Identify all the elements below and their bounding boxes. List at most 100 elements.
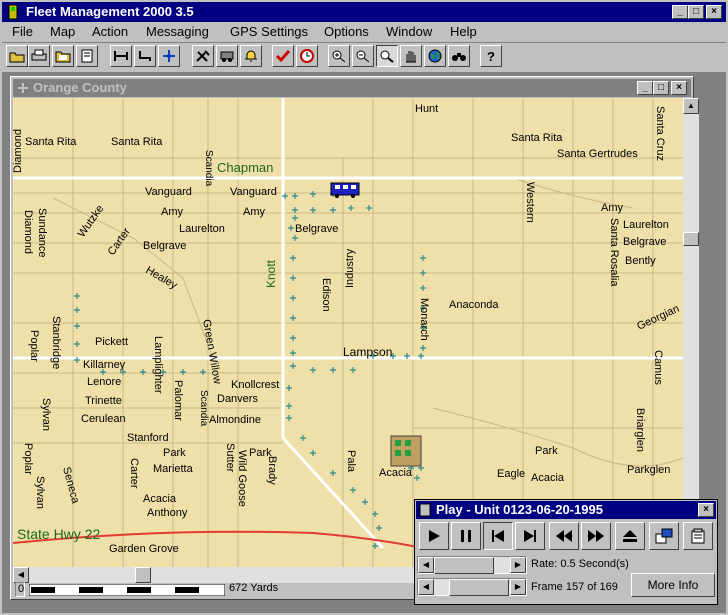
tools-icon[interactable] xyxy=(192,45,214,67)
folder-icon[interactable] xyxy=(52,45,74,67)
route2-icon[interactable] xyxy=(134,45,156,67)
menu-action[interactable]: Action xyxy=(92,24,128,39)
minor-roads xyxy=(13,98,683,567)
label-lamplighter: Lamplighter xyxy=(152,336,164,394)
map-close-button[interactable]: × xyxy=(671,81,687,95)
app-title-bar[interactable]: Fleet Management 2000 3.5 _ □ × xyxy=(2,2,726,22)
label-vanguard: Vanguard xyxy=(230,186,277,198)
map-maximize-button[interactable]: □ xyxy=(653,81,669,95)
play-window-title-bar[interactable]: Play - Unit 0123-06-20-1995 × xyxy=(416,501,716,519)
play-icon[interactable] xyxy=(419,522,449,550)
play-close-button[interactable]: × xyxy=(698,503,714,517)
print-icon[interactable] xyxy=(28,45,50,67)
label-scandia: Scandia xyxy=(198,390,209,427)
app-title: Fleet Management 2000 3.5 xyxy=(26,4,194,19)
go-to-end-icon[interactable] xyxy=(515,522,545,550)
label-danvers: Danvers xyxy=(217,393,258,405)
label-healey: Healey xyxy=(144,264,180,292)
check-icon[interactable] xyxy=(272,45,294,67)
menu-options[interactable]: Options xyxy=(324,24,369,39)
gps-point xyxy=(362,499,368,505)
gps-point xyxy=(350,367,356,373)
menu-messaging[interactable]: Messaging xyxy=(146,24,209,39)
menu-map[interactable]: Map xyxy=(50,24,75,39)
close-button[interactable]: × xyxy=(706,5,722,19)
label-santa-rita: Santa Rita xyxy=(25,136,77,148)
document-icon[interactable] xyxy=(76,45,98,67)
gps-point xyxy=(310,207,316,213)
frame-slider-thumb[interactable] xyxy=(449,579,509,596)
zoom-out-icon[interactable] xyxy=(352,45,374,67)
label-sylvan: Sylvan xyxy=(34,476,46,509)
label-wild-goose: Wild Goose xyxy=(236,450,248,507)
pause-icon[interactable] xyxy=(451,522,481,550)
frame-slider-left[interactable]: ◀ xyxy=(418,579,434,595)
go-to-start-icon[interactable] xyxy=(483,522,513,550)
vehicle-icon[interactable] xyxy=(216,45,238,67)
fast-forward-icon[interactable] xyxy=(581,522,611,550)
route-icon[interactable] xyxy=(110,45,132,67)
scroll-up-button[interactable]: ▲ xyxy=(683,98,699,114)
frame-slider-right[interactable]: ▶ xyxy=(510,579,526,595)
more-info-button[interactable]: More Info xyxy=(631,573,715,597)
label-sylvan: Sylvan xyxy=(40,398,52,431)
gps-point xyxy=(330,207,336,213)
binoculars-icon[interactable] xyxy=(448,45,470,67)
globe-icon[interactable] xyxy=(424,45,446,67)
rate-slider-right[interactable]: ▶ xyxy=(510,557,526,573)
street-map[interactable]: Santa Rita Santa Rita Santa Rita Diamond… xyxy=(13,98,683,567)
clock-icon[interactable] xyxy=(296,45,318,67)
help-icon[interactable]: ? xyxy=(480,45,502,67)
scale-value: 0 xyxy=(15,582,25,597)
rate-slider[interactable]: ◀ ▶ xyxy=(417,556,527,574)
map-minimize-button[interactable]: _ xyxy=(637,81,653,95)
zoom-in-icon[interactable] xyxy=(328,45,350,67)
rewind-icon[interactable] xyxy=(549,522,579,550)
scroll-thumb[interactable] xyxy=(683,232,699,246)
label-state-hwy: State Hwy 22 xyxy=(17,526,100,542)
label-carter: Carter xyxy=(128,458,140,489)
magnifier-icon[interactable] xyxy=(376,45,398,67)
label-belgrave: Belgrave xyxy=(623,236,666,248)
label-amy: Amy xyxy=(243,206,266,218)
menu-gps-settings[interactable]: GPS Settings xyxy=(230,24,308,39)
properties-icon[interactable] xyxy=(683,522,713,550)
gps-point xyxy=(300,435,306,441)
menu-file[interactable]: File xyxy=(12,24,33,39)
frame-slider[interactable]: ◀ ▶ xyxy=(417,578,527,596)
eject-icon[interactable] xyxy=(615,522,645,550)
menu-bar: File Map Action Messaging GPS Settings O… xyxy=(2,22,726,42)
building-icon[interactable] xyxy=(390,435,422,467)
map-vertical-scrollbar[interactable]: ▲ ▼ xyxy=(683,98,699,567)
move-icon[interactable] xyxy=(158,45,180,67)
export-icon[interactable] xyxy=(649,522,679,550)
maximize-button[interactable]: □ xyxy=(688,5,704,19)
alarm-icon[interactable] xyxy=(240,45,262,67)
open-icon[interactable] xyxy=(6,45,28,67)
gps-point xyxy=(292,193,298,199)
menu-help[interactable]: Help xyxy=(450,24,477,39)
gps-point xyxy=(310,191,316,197)
map-window-title-bar[interactable]: Orange County _ □ × xyxy=(13,79,691,97)
label-santa-rosalia: Santa Rosalia xyxy=(608,218,620,287)
svg-text:?: ? xyxy=(487,49,495,63)
frame-label: Frame 157 of 169 xyxy=(531,581,618,593)
label-green-willow: Green Willow xyxy=(200,318,223,385)
gps-point xyxy=(420,270,426,276)
menu-window[interactable]: Window xyxy=(386,24,432,39)
label-sundance: Sundance xyxy=(36,208,48,258)
rate-slider-thumb[interactable] xyxy=(434,557,494,574)
bus-icon[interactable] xyxy=(330,182,360,198)
rate-slider-left[interactable]: ◀ xyxy=(418,557,434,573)
label-pickett: Pickett xyxy=(95,336,128,348)
gps-point xyxy=(348,205,354,211)
pan-hand-icon[interactable] xyxy=(400,45,422,67)
gps-point xyxy=(292,235,298,241)
app-icon xyxy=(8,4,18,20)
gps-point xyxy=(350,487,356,493)
label-lenore: Lenore xyxy=(87,376,121,388)
play-window-icon xyxy=(419,503,431,517)
map-status-bar: 0 672 Yards xyxy=(15,580,415,600)
minimize-button[interactable]: _ xyxy=(672,5,688,19)
map-canvas[interactable]: Santa Rita Santa Rita Santa Rita Diamond… xyxy=(13,98,683,567)
